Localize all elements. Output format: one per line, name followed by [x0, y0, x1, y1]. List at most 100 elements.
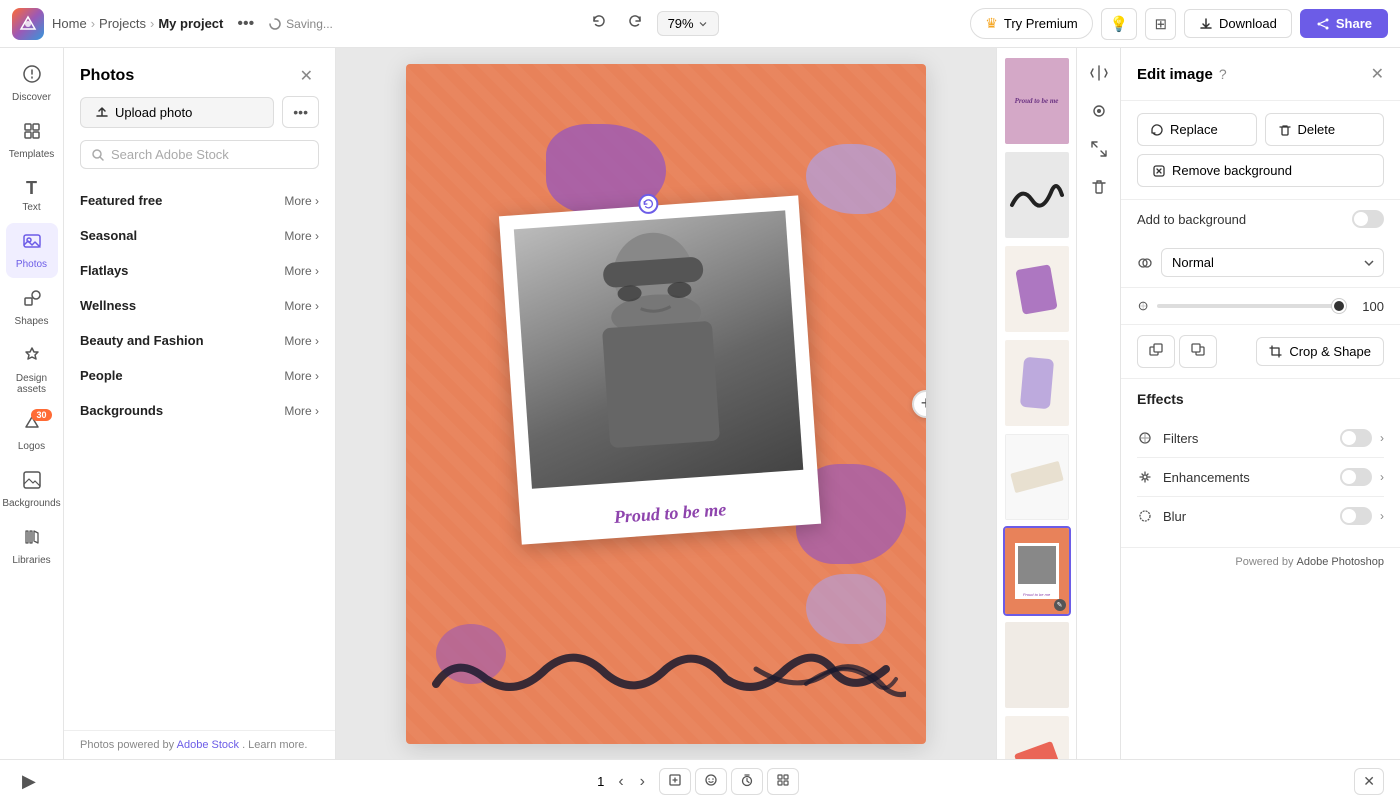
edit-panel-help-button[interactable]: ?	[1219, 66, 1227, 82]
thumbnail-5[interactable]	[1003, 432, 1071, 522]
grid-button[interactable]: ⊞	[1145, 8, 1176, 40]
share-icon	[1316, 17, 1330, 31]
polaroid-frame[interactable]: Proud to be me	[499, 195, 821, 544]
thumbnail-7[interactable]	[1003, 620, 1071, 710]
send-back-button[interactable]	[1137, 335, 1175, 368]
sidebar-item-logos[interactable]: Logos 30	[6, 405, 58, 460]
backgrounds-section-title: Backgrounds	[80, 403, 163, 418]
blur-expand-button[interactable]: ›	[1380, 509, 1384, 523]
lightbulb-button[interactable]: 💡	[1101, 8, 1138, 40]
close-bottom-button[interactable]: ✕	[1354, 768, 1384, 795]
sidebar-item-libraries[interactable]: Libraries	[6, 519, 58, 574]
breadcrumb-projects[interactable]: Projects	[99, 16, 146, 31]
sidebar-item-photos[interactable]: Photos	[6, 223, 58, 278]
flatlays-more[interactable]: More ›	[284, 264, 319, 278]
wellness-header: Wellness More ›	[80, 298, 319, 313]
blend-mode-select[interactable]: Normal Multiply Screen Overlay Darken Li…	[1161, 248, 1384, 277]
opacity-slider[interactable]	[1157, 304, 1346, 308]
page-next-button[interactable]: ›	[634, 771, 651, 793]
zoom-button[interactable]: 79%	[657, 11, 719, 36]
filters-toggle[interactable]	[1340, 429, 1372, 447]
download-button[interactable]: Download	[1184, 9, 1292, 38]
sidebar-item-text[interactable]: T Text	[6, 170, 58, 221]
page-prev-button[interactable]: ‹	[612, 771, 629, 793]
sidebar-item-templates[interactable]: Templates	[6, 113, 58, 168]
seasonal-title: Seasonal	[80, 228, 137, 243]
resize-button[interactable]	[1082, 132, 1116, 166]
app-logo[interactable]	[12, 8, 44, 40]
breadcrumb-home[interactable]: Home	[52, 16, 87, 31]
search-input[interactable]	[111, 147, 308, 162]
thumbnail-2[interactable]	[1003, 150, 1071, 240]
opacity-section: 100	[1121, 288, 1400, 325]
add-to-bg-toggle[interactable]	[1352, 210, 1384, 228]
focus-button[interactable]	[1082, 94, 1116, 128]
emoji-button[interactable]	[695, 768, 727, 795]
seasonal-more[interactable]: More ›	[284, 229, 319, 243]
remove-background-button[interactable]: Remove background	[1137, 154, 1384, 187]
text-icon: T	[26, 178, 37, 199]
upload-photo-label: Upload photo	[115, 105, 192, 120]
wellness-more[interactable]: More ›	[284, 299, 319, 313]
blend-mode-row: Normal Multiply Screen Overlay Darken Li…	[1137, 248, 1384, 277]
sidebar-item-design-assets[interactable]: Design assets	[6, 337, 58, 403]
sidebar-item-shapes[interactable]: Shapes	[6, 280, 58, 335]
blur-icon	[1137, 508, 1153, 524]
shapes-label: Shapes	[15, 316, 49, 327]
canvas-area[interactable]: Proud to be me +	[336, 48, 996, 759]
bring-forward-button[interactable]	[1179, 335, 1217, 368]
undo-button[interactable]	[585, 7, 613, 40]
adobe-stock-link[interactable]: Adobe Stock	[177, 739, 239, 751]
sidebar-item-discover[interactable]: Discover	[6, 56, 58, 111]
canvas-right-tools	[1076, 48, 1120, 759]
crown-icon: ♛	[985, 15, 998, 32]
delete-label: Delete	[1298, 122, 1336, 137]
breadcrumb-current: My project	[158, 16, 223, 31]
beauty-fashion-more[interactable]: More ›	[284, 334, 319, 348]
filters-expand-button[interactable]: ›	[1380, 431, 1384, 445]
photos-panel-close-button[interactable]: ✕	[294, 64, 319, 88]
add-page-button[interactable]	[659, 768, 691, 795]
delete-button[interactable]	[1082, 170, 1116, 204]
blur-toggle[interactable]	[1340, 507, 1372, 525]
sidebar-icons: Discover Templates T Text	[0, 48, 64, 759]
crop-shape-button[interactable]: Crop & Shape	[1256, 337, 1384, 366]
edit-panel-close-button[interactable]: ✕	[1371, 64, 1384, 84]
flip-button[interactable]	[1082, 56, 1116, 90]
search-bar	[80, 140, 319, 169]
people-more[interactable]: More ›	[284, 369, 319, 383]
beauty-fashion-header: Beauty and Fashion More ›	[80, 333, 319, 348]
effects-section: Effects Filters ›	[1121, 379, 1400, 547]
thumbnail-6[interactable]: Proud to be me ✎	[1003, 526, 1071, 616]
thumbnail-3[interactable]	[1003, 244, 1071, 334]
timer-button[interactable]	[731, 768, 763, 795]
beauty-fashion-title: Beauty and Fashion	[80, 333, 204, 348]
redo-button[interactable]	[621, 7, 649, 40]
enhancements-toggle[interactable]	[1340, 468, 1372, 486]
share-button[interactable]: Share	[1300, 9, 1388, 38]
try-premium-button[interactable]: ♛ Try Premium	[970, 8, 1092, 39]
upload-photo-button[interactable]: Upload photo	[80, 97, 274, 128]
effects-title: Effects	[1137, 391, 1384, 407]
topbar: Home › Projects › My project ••• Saving.…	[0, 0, 1400, 48]
delete-action-button[interactable]: Delete	[1265, 113, 1385, 146]
sidebar-item-backgrounds[interactable]: Backgrounds	[6, 462, 58, 517]
upload-more-options-button[interactable]: •••	[282, 96, 319, 128]
backgrounds-section-header: Backgrounds More ›	[80, 403, 319, 418]
play-button[interactable]: ▶	[16, 767, 42, 796]
position-buttons	[1137, 335, 1217, 368]
thumbnail-8[interactable]	[1003, 714, 1071, 759]
enhancements-expand-button[interactable]: ›	[1380, 470, 1384, 484]
enhancements-right: ›	[1340, 468, 1384, 486]
canvas-mockup[interactable]: Proud to be me +	[406, 64, 926, 744]
timer-icon	[740, 773, 754, 787]
featured-free-more[interactable]: More ›	[284, 194, 319, 208]
more-options-button[interactable]: •••	[231, 11, 260, 37]
position-section: Crop & Shape	[1121, 325, 1400, 379]
shapes-icon	[22, 288, 42, 313]
thumbnail-1[interactable]: Proud to be me	[1003, 56, 1071, 146]
replace-button[interactable]: Replace	[1137, 113, 1257, 146]
thumbnail-4[interactable]	[1003, 338, 1071, 428]
grid-view-button[interactable]	[767, 768, 799, 795]
backgrounds-section-more[interactable]: More ›	[284, 404, 319, 418]
